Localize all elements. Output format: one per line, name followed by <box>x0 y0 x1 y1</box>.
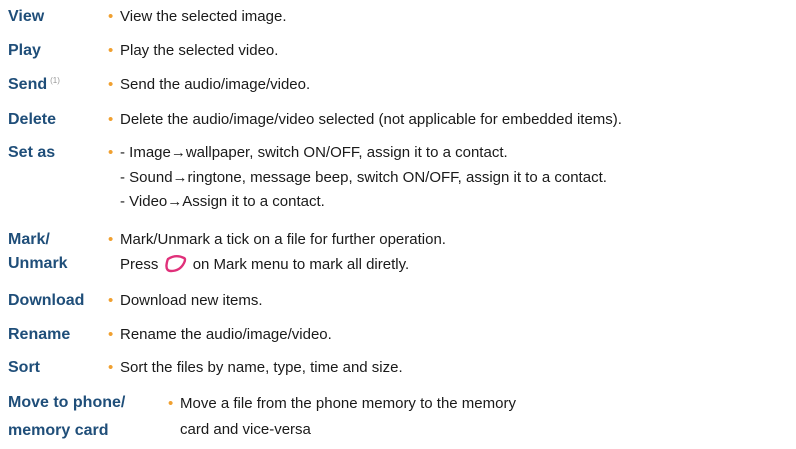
term-rename: Rename <box>8 326 71 343</box>
term-play: Play <box>8 42 41 59</box>
footnote-mark: (1) <box>50 76 60 85</box>
desc-set-as-sound: - Sound→ringtone, message beep, switch O… <box>120 169 607 186</box>
bullet: • <box>108 292 114 309</box>
term-delete: Delete <box>8 111 57 128</box>
press-text: Press <box>120 256 159 273</box>
desc-move-line-1: Move a file from the phone memory to the… <box>180 395 516 412</box>
desc-view: View the selected image. <box>120 8 287 25</box>
term-download: Download <box>8 292 85 309</box>
bullet: • <box>108 8 114 25</box>
desc-mark: Mark/Unmark a tick on a file for further… <box>120 231 446 248</box>
bullet: • <box>108 111 114 128</box>
desc-set-as-image: - Image→wallpaper, switch ON/OFF, assign… <box>120 144 508 161</box>
desc-rename: Rename the audio/image/video. <box>120 326 332 343</box>
press-after-text: on Mark menu to mark all diretly. <box>192 256 410 273</box>
term-view: View <box>8 8 45 25</box>
bullet: • <box>108 359 114 376</box>
bullet: • <box>168 395 174 412</box>
desc-set-as-video: - Video→Assign it to a contact. <box>120 193 325 210</box>
term-memory-card: memory card <box>8 422 109 439</box>
desc-move-line-2: card and vice-versa <box>180 421 311 438</box>
term-set-as: Set as <box>8 144 56 161</box>
desc-download: Download new items. <box>120 292 263 309</box>
desc-send: Send the audio/image/video. <box>120 76 311 93</box>
term-move-to-phone: Move to phone/ <box>8 394 126 411</box>
desc-play: Play the selected video. <box>120 42 279 59</box>
term-mark: Mark/ <box>8 231 50 248</box>
navigation-key-icon <box>164 255 187 279</box>
bullet: • <box>108 42 114 59</box>
bullet: • <box>108 326 114 343</box>
bullet: • <box>108 231 114 248</box>
bullet: • <box>108 144 114 161</box>
term-sort: Sort <box>8 359 40 376</box>
bullet: • <box>108 76 114 93</box>
desc-delete: Delete the audio/image/video selected (n… <box>120 111 622 128</box>
desc-mark-press: Press on Mark menu to mark all diretly. <box>120 255 409 279</box>
term-unmark: Unmark <box>8 255 68 272</box>
term-send: Send (1) <box>8 74 60 97</box>
desc-sort: Sort the files by name, type, time and s… <box>120 359 403 376</box>
term-send-label: Send <box>8 76 48 93</box>
